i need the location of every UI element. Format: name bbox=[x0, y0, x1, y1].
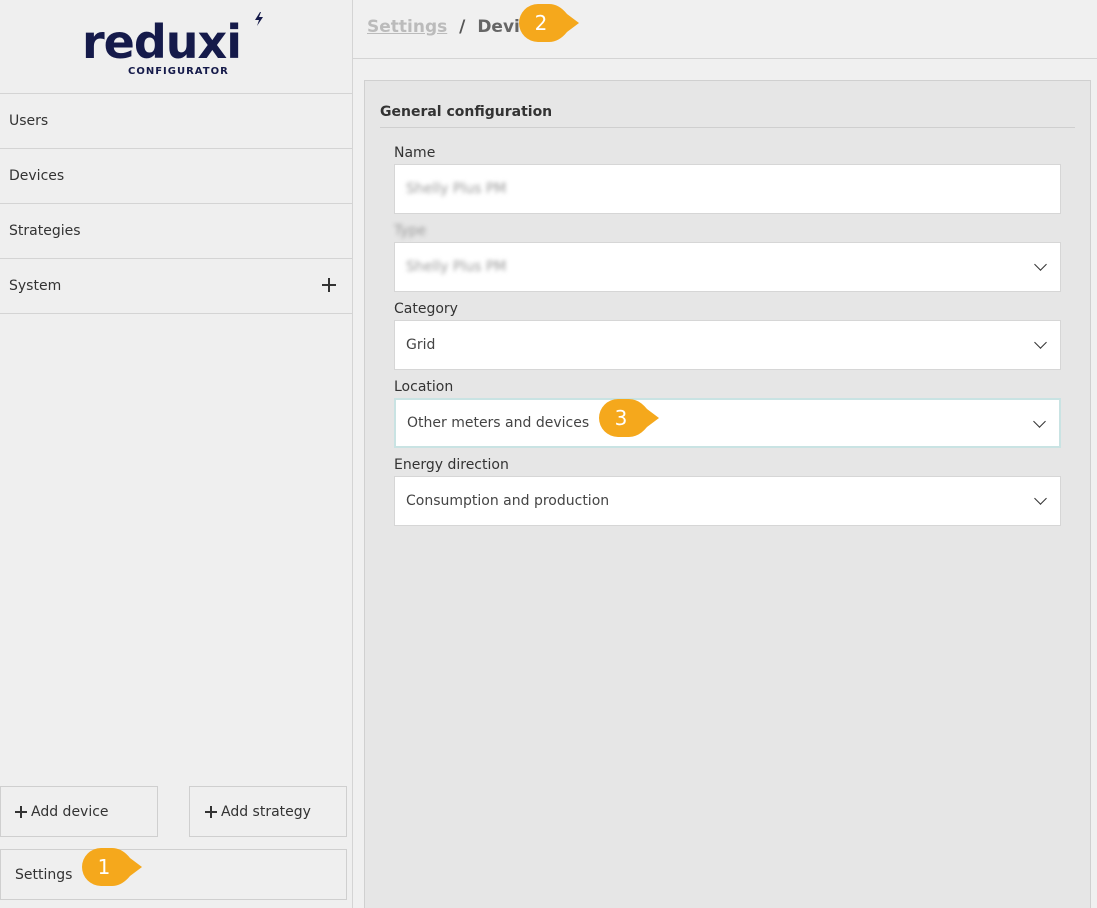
section-title: General configuration bbox=[380, 104, 553, 120]
chevron-down-icon bbox=[1033, 415, 1046, 428]
sidebar-item-system[interactable]: System bbox=[0, 259, 352, 314]
plus-icon bbox=[205, 805, 217, 818]
name-value: Shelly Plus PM bbox=[406, 181, 507, 197]
sidebar-item-label: Strategies bbox=[9, 223, 81, 239]
sidebar-item-label: Users bbox=[9, 113, 49, 129]
breadcrumb-separator: / bbox=[459, 17, 466, 37]
logo: reduxi CONFIGURATOR bbox=[0, 0, 352, 94]
name-label: Name bbox=[394, 145, 436, 161]
general-configuration-panel: General configuration Name Shelly Plus P… bbox=[364, 80, 1091, 908]
callout-marker-2: 2 bbox=[519, 4, 579, 42]
add-device-button[interactable]: Add device bbox=[0, 786, 158, 837]
callout-marker-3: 3 bbox=[599, 399, 659, 437]
logo-subtitle: CONFIGURATOR bbox=[128, 66, 229, 77]
app-window: reduxi CONFIGURATOR Users Devices Strate… bbox=[0, 0, 1097, 908]
header: Settings / Device bbox=[353, 0, 1097, 59]
chevron-down-icon bbox=[1034, 492, 1047, 505]
category-select[interactable]: Grid bbox=[394, 320, 1061, 370]
energy-direction-value: Consumption and production bbox=[406, 493, 610, 509]
add-strategy-label: Add strategy bbox=[221, 803, 311, 820]
sidebar-item-label: System bbox=[9, 278, 62, 294]
location-select[interactable]: Other meters and devices bbox=[394, 398, 1061, 448]
type-label: Type bbox=[394, 223, 427, 239]
category-value: Grid bbox=[406, 337, 436, 353]
category-label: Category bbox=[394, 301, 458, 317]
breadcrumb-settings-link[interactable]: Settings bbox=[367, 17, 447, 37]
location-value: Other meters and devices bbox=[407, 415, 590, 431]
plus-icon bbox=[15, 805, 27, 818]
breadcrumb: Settings / Device bbox=[367, 17, 541, 37]
sidebar-item-users[interactable]: Users bbox=[0, 94, 352, 149]
section-divider bbox=[380, 127, 1075, 128]
callout-marker-1: 1 bbox=[82, 848, 142, 886]
name-field[interactable]: Shelly Plus PM bbox=[394, 164, 1061, 214]
sidebar-item-strategies[interactable]: Strategies bbox=[0, 204, 352, 259]
location-label: Location bbox=[394, 379, 454, 395]
chevron-down-icon bbox=[1034, 336, 1047, 349]
type-value: Shelly Plus PM bbox=[406, 259, 507, 275]
settings-button[interactable]: Settings bbox=[0, 849, 347, 900]
bolt-icon bbox=[255, 12, 263, 26]
sidebar-item-label: Devices bbox=[9, 168, 65, 184]
energy-direction-label: Energy direction bbox=[394, 457, 509, 473]
sidebar: reduxi CONFIGURATOR Users Devices Strate… bbox=[0, 0, 353, 908]
sidebar-item-devices[interactable]: Devices bbox=[0, 149, 352, 204]
add-device-label: Add device bbox=[31, 803, 109, 820]
chevron-down-icon bbox=[1034, 258, 1047, 271]
settings-label: Settings bbox=[15, 866, 73, 883]
type-select[interactable]: Shelly Plus PM bbox=[394, 242, 1061, 292]
add-strategy-button[interactable]: Add strategy bbox=[189, 786, 347, 837]
plus-icon[interactable] bbox=[322, 278, 336, 292]
logo-wordmark: reduxi bbox=[82, 15, 242, 69]
energy-direction-select[interactable]: Consumption and production bbox=[394, 476, 1061, 526]
callout-number: 2 bbox=[534, 11, 548, 35]
callout-number: 1 bbox=[97, 855, 111, 879]
callout-number: 3 bbox=[614, 406, 628, 430]
